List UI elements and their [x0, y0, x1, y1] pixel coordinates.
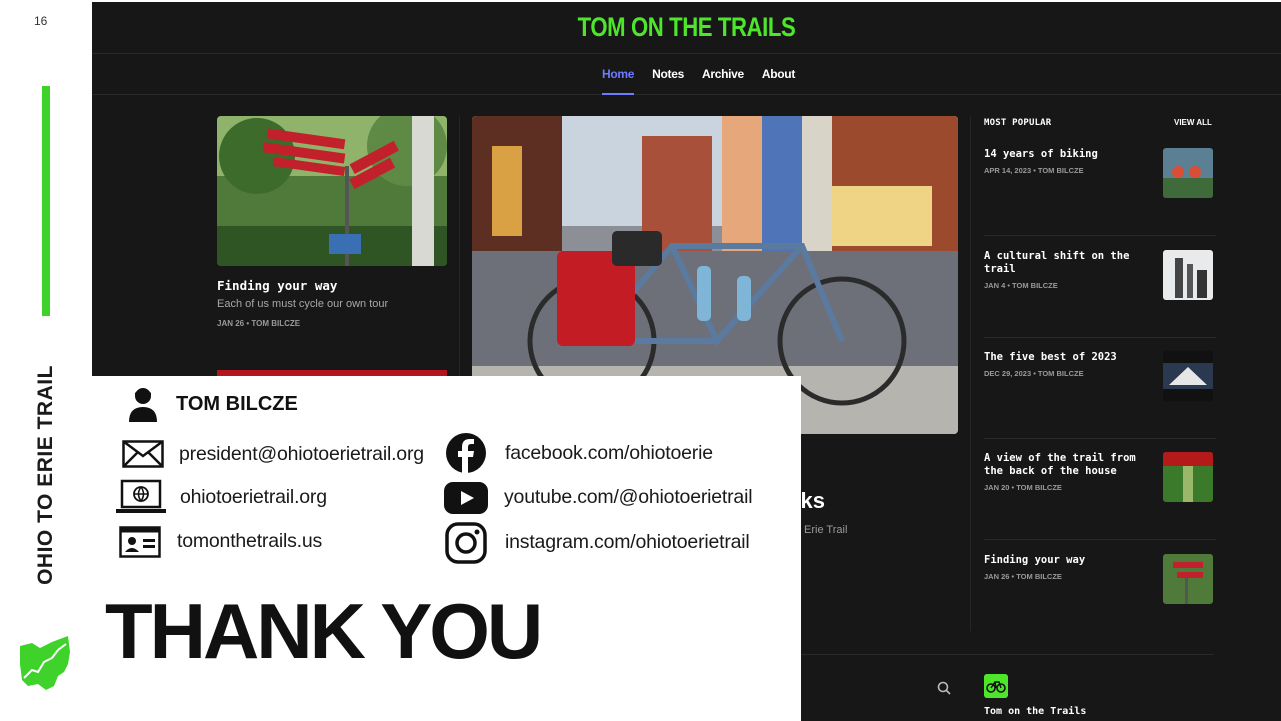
- laptop-globe-icon: [116, 479, 166, 513]
- popular-item-meta: APR 14, 2023 • TOM BILCZE: [984, 166, 1084, 175]
- thank-you-heading: THANK YOU: [105, 587, 543, 675]
- bicycle-icon[interactable]: [984, 674, 1008, 698]
- site-header: TOM ON THE TRAILS: [92, 2, 1281, 54]
- nav-home[interactable]: Home: [601, 55, 634, 95]
- contact-facebook[interactable]: facebook.com/ohiotoerie: [505, 442, 713, 465]
- popular-item-title[interactable]: A cultural shift on the trail: [984, 250, 1129, 275]
- slide-sidebar: 16 OHIO TO ERIE TRAIL: [0, 0, 92, 721]
- most-popular-heading: MOST POPULAR: [984, 118, 1052, 128]
- contact-instagram[interactable]: instagram.com/ohiotoerietrail: [505, 531, 750, 554]
- contact-name: TOM BILCZE: [176, 393, 298, 415]
- contact-blog[interactable]: tomonthetrails.us: [177, 530, 322, 553]
- popular-item-title[interactable]: 14 years of biking: [984, 148, 1098, 160]
- left-card-title[interactable]: Finding your way: [217, 278, 337, 293]
- popular-item-thumbnail[interactable]: [1163, 452, 1213, 502]
- site-nav: Home Notes Archive About: [92, 55, 1281, 95]
- nav-about[interactable]: About: [762, 55, 795, 95]
- popular-item-thumbnail[interactable]: [1163, 148, 1213, 198]
- popular-item[interactable]: A cultural shift on the trail JAN 4 • TOM…: [984, 250, 1216, 338]
- popular-item-title[interactable]: Finding your way: [984, 554, 1085, 566]
- slide-number: 16: [34, 14, 48, 28]
- view-all-link[interactable]: VIEW ALL: [1174, 118, 1212, 127]
- instagram-icon: [445, 522, 487, 564]
- popular-item-thumbnail[interactable]: [1163, 554, 1213, 604]
- popular-item-meta: DEC 29, 2023 • TOM BILCZE: [984, 369, 1084, 378]
- popular-item-title[interactable]: A view of the trail from the back of the…: [984, 452, 1136, 477]
- popular-item[interactable]: A view of the trail from the back of the…: [984, 452, 1216, 540]
- contact-website[interactable]: ohiotoerietrail.org: [180, 486, 327, 509]
- contact-email[interactable]: president@ohiotoerietrail.org: [179, 443, 424, 466]
- popular-item[interactable]: 14 years of biking APR 14, 2023 • TOM BIL…: [984, 148, 1216, 236]
- mail-icon: [122, 440, 164, 468]
- browser-profile-icon: [119, 526, 161, 558]
- signpost-photo[interactable]: [217, 116, 447, 266]
- slide-vertical-title: OHIO TO ERIE TRAIL: [34, 365, 57, 585]
- popular-item-thumbnail[interactable]: [1163, 351, 1213, 401]
- popular-item-meta: JAN 26 • TOM BILCZE: [984, 572, 1062, 581]
- footer-site-name[interactable]: Tom on the Trails: [984, 706, 1086, 717]
- accent-bar: [42, 86, 50, 316]
- left-card-subtitle: Each of us must cycle our own tour: [217, 298, 389, 310]
- popular-item-meta: JAN 4 • TOM BILCZE: [984, 281, 1058, 290]
- popular-item-meta: JAN 20 • TOM BILCZE: [984, 483, 1062, 492]
- person-icon: [129, 388, 157, 422]
- nav-notes[interactable]: Notes: [652, 55, 684, 95]
- search-icon[interactable]: [936, 680, 952, 696]
- ohio-map-logo-icon: [20, 636, 70, 690]
- contact-panel: TOM BILCZE president@ohiotoerietrail.org…: [92, 376, 801, 721]
- facebook-icon: [446, 433, 486, 473]
- featured-subtitle: Erie Trail: [804, 524, 848, 536]
- contact-youtube[interactable]: youtube.com/@ohiotoerietrail: [504, 486, 753, 509]
- column-divider: [970, 116, 971, 631]
- left-card-meta: JAN 26 • TOM BILCZE: [217, 319, 301, 328]
- popular-item[interactable]: Finding your way JAN 26 • TOM BILCZE: [984, 554, 1216, 642]
- popular-item-thumbnail[interactable]: [1163, 250, 1213, 300]
- youtube-icon: [444, 482, 488, 514]
- popular-item-title[interactable]: The five best of 2023: [984, 351, 1117, 363]
- nav-archive[interactable]: Archive: [702, 55, 744, 95]
- site-title[interactable]: TOM ON THE TRAILS: [199, 12, 1174, 43]
- popular-item[interactable]: The five best of 2023 DEC 29, 2023 • TOM …: [984, 351, 1216, 439]
